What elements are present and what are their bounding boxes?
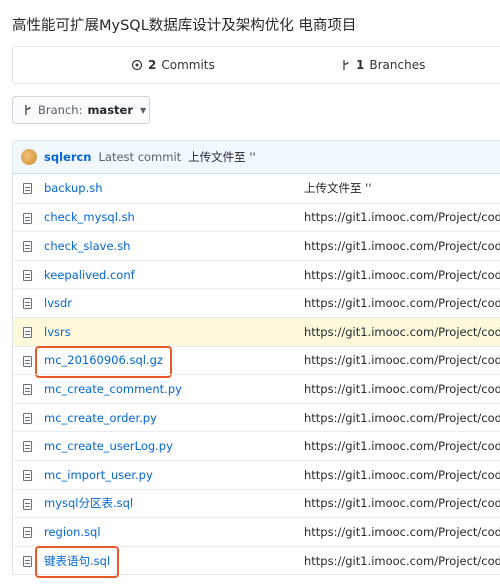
file-commit-message[interactable]: 上传文件至 '': [304, 180, 371, 196]
file-row[interactable]: lvsdr https://git1.imooc.com/Project/codi…: [13, 288, 500, 317]
latest-commit-message[interactable]: 上传文件至 '': [188, 149, 255, 165]
file-icon: [23, 326, 32, 338]
file-commit-message[interactable]: https://git1.imooc.com/Project/codin: [304, 210, 500, 224]
file-icon: [23, 412, 32, 424]
branches-count: 1: [356, 58, 365, 72]
file-row[interactable]: keepalived.conf https://git1.imooc.com/Pr…: [13, 259, 500, 289]
file-commit-message[interactable]: https://git1.imooc.com/Project/codin: [304, 525, 500, 539]
file-commit-message[interactable]: https://git1.imooc.com/Project/codin: [304, 382, 500, 396]
commits-count: 2: [148, 58, 157, 72]
file-row[interactable]: mc_import_user.py https://git1.imooc.com/…: [13, 459, 500, 489]
file-icon: [23, 298, 32, 310]
avatar[interactable]: [21, 149, 37, 165]
file-name-link[interactable]: check_mysql.sh: [44, 210, 135, 224]
latest-commit-label: Latest commit: [98, 150, 182, 164]
file-list-panel: sqlercn Latest commit 上传文件至 '' backup.sh…: [12, 140, 500, 578]
file-icon: [23, 498, 32, 510]
file-commit-message[interactable]: https://git1.imooc.com/Project/codin: [304, 296, 500, 310]
file-name-link[interactable]: check_slave.sh: [44, 239, 130, 253]
file-row[interactable]: region.sql https://git1.imooc.com/Project…: [13, 517, 500, 546]
file-name-link[interactable]: 键表语句.sql: [44, 553, 110, 569]
file-icon: [23, 527, 32, 539]
file-commit-message[interactable]: https://git1.imooc.com/Project/codin: [304, 325, 500, 339]
branch-select-button[interactable]: Branch: master ▼: [12, 96, 150, 124]
commit-author[interactable]: sqlercn: [44, 150, 92, 164]
file-commit-message[interactable]: https://git1.imooc.com/Project/codin: [304, 554, 500, 568]
file-commit-message[interactable]: https://git1.imooc.com/Project/codin: [304, 411, 500, 425]
branch-icon: [343, 60, 349, 70]
file-icon: [23, 469, 32, 481]
file-name-link[interactable]: region.sql: [44, 525, 101, 539]
file-icon: [23, 212, 32, 224]
file-row[interactable]: backup.sh 上传文件至 '': [13, 174, 500, 203]
file-icon: [23, 384, 32, 396]
branches-label: Branches: [369, 58, 426, 72]
file-row[interactable]: mc_20160906.sql.gz https://git1.imooc.com…: [13, 345, 500, 378]
file-commit-message[interactable]: https://git1.imooc.com/Project/codin: [304, 496, 500, 510]
file-icon: [23, 241, 32, 253]
branch-value: master: [87, 103, 134, 117]
file-row[interactable]: check_mysql.sh https://git1.imooc.com/Pro…: [13, 202, 500, 232]
file-name-link[interactable]: lvsrs: [44, 325, 71, 339]
file-name-link[interactable]: mc_20160906.sql.gz: [44, 353, 163, 367]
file-commit-message[interactable]: https://git1.imooc.com/Project/codin: [304, 268, 500, 282]
commits-stat[interactable]: 2 Commits: [131, 58, 215, 72]
file-icon: [23, 441, 32, 453]
commits-label: Commits: [161, 58, 215, 72]
file-icon: [23, 183, 32, 194]
repo-title: 高性能可扩展MySQL数据库设计及架构优化 电商项目: [12, 18, 357, 34]
file-row[interactable]: mc_create_userLog.py https://git1.imooc.c…: [13, 431, 500, 460]
file-name-link[interactable]: mysql分区表.sql: [44, 495, 133, 511]
file-commit-message[interactable]: https://git1.imooc.com/Project/codin: [304, 353, 500, 367]
latest-commit-bar: sqlercn Latest commit 上传文件至 '': [13, 141, 500, 174]
branch-label: Branch:: [38, 103, 83, 117]
file-row[interactable]: check_slave.sh https://git1.imooc.com/Pro…: [13, 231, 500, 260]
file-commit-message[interactable]: https://git1.imooc.com/Project/codin: [304, 439, 500, 453]
file-row[interactable]: mysql分区表.sql https://git1.imooc.com/Proje…: [13, 488, 500, 518]
file-name-link[interactable]: mc_import_user.py: [44, 468, 153, 482]
file-icon: [23, 269, 32, 281]
file-list: backup.sh 上传文件至 '' check_mysql.sh https://g…: [13, 174, 500, 578]
file-row[interactable]: mc_create_order.py https://git1.imooc.com…: [13, 402, 500, 432]
file-name-link[interactable]: backup.sh: [44, 181, 103, 195]
file-name-link[interactable]: lvsdr: [44, 296, 72, 310]
file-name-link[interactable]: mc_create_userLog.py: [44, 439, 173, 453]
file-row[interactable]: 键表语句.sql https://git1.imooc.com/Project/c…: [13, 545, 500, 578]
file-name-link[interactable]: mc_create_comment.py: [44, 382, 182, 396]
branch-icon: [25, 105, 31, 115]
file-name-link[interactable]: mc_create_order.py: [44, 411, 157, 425]
repo-stats-bar: 2 Commits 1 Branches: [12, 46, 500, 84]
file-icon: [23, 555, 32, 567]
file-icon: [23, 355, 32, 367]
file-commit-message[interactable]: https://git1.imooc.com/Project/codin: [304, 239, 500, 253]
file-commit-message[interactable]: https://git1.imooc.com/Project/codin: [304, 468, 500, 482]
file-row[interactable]: lvsrs https://git1.imooc.com/Project/codi…: [13, 316, 500, 346]
branches-stat[interactable]: 1 Branches: [341, 58, 425, 72]
file-name-link[interactable]: keepalived.conf: [44, 268, 135, 282]
caret-down-icon: ▼: [140, 105, 147, 115]
commit-icon: [131, 59, 143, 71]
file-row[interactable]: mc_create_comment.py https://git1.imooc.c…: [13, 374, 500, 403]
